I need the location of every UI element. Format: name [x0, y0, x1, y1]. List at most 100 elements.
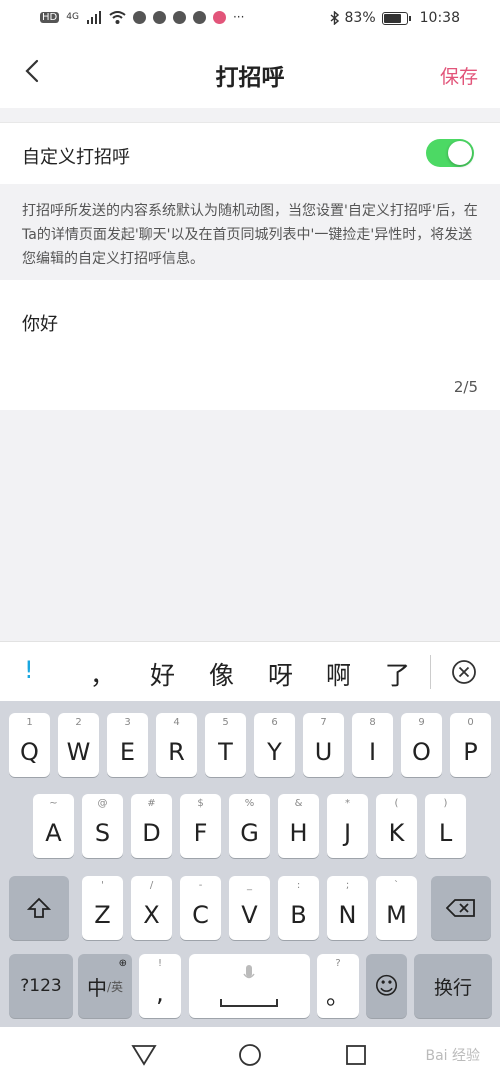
globe-icon: ⊕	[118, 958, 127, 969]
candidate-item[interactable]: 呀	[268, 656, 293, 692]
enter-key[interactable]: 换行	[414, 954, 492, 1018]
character-counter: 2/5	[453, 378, 478, 396]
key-e[interactable]: 3E	[107, 713, 148, 777]
key-b[interactable]: :B	[278, 876, 319, 940]
key-r[interactable]: 4R	[156, 713, 197, 777]
key-a[interactable]: ~ A	[33, 794, 74, 858]
key-label: J	[343, 819, 352, 847]
custom-greeting-switch[interactable]	[426, 139, 474, 167]
close-keyboard-icon[interactable]	[451, 659, 477, 685]
key-label: H	[289, 819, 308, 847]
message-icon	[192, 10, 206, 24]
more-notifications: ···	[232, 10, 245, 24]
key-l[interactable]: ) L	[425, 794, 466, 858]
symbols-key[interactable]: ?123	[9, 954, 73, 1018]
key-label: T	[218, 738, 233, 766]
greeting-editor[interactable]: 你好 2/5	[0, 280, 500, 410]
key-hint: '	[101, 880, 104, 891]
key-hint: @	[97, 798, 108, 809]
custom-greeting-label: 自定义打招呼	[22, 147, 130, 168]
key-label: A	[45, 819, 62, 847]
status-right: 83% 10:38	[330, 10, 460, 26]
key-hint: 8	[369, 717, 376, 728]
candidate-item[interactable]: 像	[209, 656, 234, 692]
hd-badge: HD	[40, 11, 60, 23]
candidate-item[interactable]: ，	[90, 656, 115, 692]
nav-back-icon[interactable]	[131, 1044, 157, 1066]
key-label: C	[192, 901, 209, 929]
key-g[interactable]: % G	[229, 794, 270, 858]
key-hint: 9	[418, 717, 425, 728]
key-label: I	[368, 738, 377, 766]
battery-percent: 83%	[344, 10, 376, 26]
key-j[interactable]: * J	[327, 794, 368, 858]
key-p[interactable]: 0P	[450, 713, 491, 777]
custom-greeting-row: 自定义打招呼	[0, 122, 500, 184]
language-key[interactable]: ⊕ 中/英	[78, 954, 132, 1018]
space-key[interactable]	[189, 954, 310, 1018]
key-o[interactable]: 9O	[401, 713, 442, 777]
key-k[interactable]: (K	[376, 794, 417, 858]
key-x[interactable]: / X	[131, 876, 172, 940]
key-hint: ~	[49, 798, 58, 809]
comma-key[interactable]: !,	[139, 954, 181, 1018]
period-key[interactable]: ?。	[317, 954, 359, 1018]
wechat-icon	[132, 10, 146, 24]
key-label: K	[388, 819, 405, 847]
greeting-description: 打招呼所发送的内容系统默认为随机动图，当您设置'自定义打招呼'后，在Ta的详情页…	[0, 185, 500, 278]
key-h[interactable]: & H	[278, 794, 319, 858]
key-m[interactable]: ` M	[376, 876, 417, 940]
candidate-item[interactable]: 了	[385, 656, 410, 692]
emoji-icon: ☺	[373, 972, 400, 1000]
backspace-key[interactable]	[431, 876, 491, 940]
alipay-icon	[152, 10, 166, 24]
key-hint: `	[394, 880, 399, 891]
key-label: D	[142, 819, 161, 847]
nav-home-icon[interactable]	[238, 1043, 262, 1067]
candidate-item[interactable]: 啊	[326, 656, 351, 692]
shift-key[interactable]	[9, 876, 69, 940]
key-i[interactable]: 8I	[352, 713, 393, 777]
shift-icon	[27, 897, 51, 918]
key-z[interactable]: ' Z	[82, 876, 123, 940]
candidate-item[interactable]: 好	[150, 656, 175, 692]
candidate-bar: ! ， 好 像 呀 啊 了	[0, 641, 500, 701]
save-button[interactable]: 保存	[440, 62, 478, 89]
key-c[interactable]: -C	[180, 876, 221, 940]
key-hint: /	[149, 880, 154, 891]
key-label: F	[193, 819, 208, 847]
key-hint: (	[394, 798, 399, 809]
qq-icon	[172, 10, 186, 24]
key-label: M	[386, 901, 407, 929]
key-q[interactable]: 1Q	[9, 713, 50, 777]
key-hint: 1	[26, 717, 33, 728]
switch-knob	[448, 141, 472, 165]
key-v[interactable]: _ V	[229, 876, 270, 940]
key-label: R	[168, 738, 185, 766]
status-bar: HD 4G ··· 83% 10:38	[0, 0, 500, 38]
key-y[interactable]: 6Y	[254, 713, 295, 777]
key-label: G	[240, 819, 259, 847]
key-label: N	[338, 901, 357, 929]
system-nav-bar: Bai 经验	[0, 1027, 500, 1083]
key-u[interactable]: 7U	[303, 713, 344, 777]
emoji-key[interactable]: ☺	[366, 954, 407, 1018]
nav-recents-icon[interactable]	[345, 1044, 367, 1066]
backspace-icon	[446, 899, 475, 917]
key-s[interactable]: @ S	[82, 794, 123, 858]
key-d[interactable]: # D	[131, 794, 172, 858]
keyboard: ?123 ⊕ 中/英 !, ?。 ☺ 换行 1Q2W3E4R5T6Y7U8I9O…	[0, 701, 500, 1027]
key-n[interactable]: ; N	[327, 876, 368, 940]
key-f[interactable]: $ F	[180, 794, 221, 858]
key-hint: 4	[173, 717, 180, 728]
key-label: X	[143, 901, 160, 929]
key-w[interactable]: 2W	[58, 713, 99, 777]
candidate-item[interactable]: !	[24, 656, 34, 684]
key-hint: 6	[271, 717, 278, 728]
key-hint: &	[294, 798, 303, 809]
key-t[interactable]: 5T	[205, 713, 246, 777]
key-label: O	[412, 738, 431, 766]
greeting-text-input[interactable]: 你好	[22, 310, 58, 336]
key-hint: 2	[75, 717, 82, 728]
nav-bar: 打招呼 保存	[0, 38, 500, 108]
